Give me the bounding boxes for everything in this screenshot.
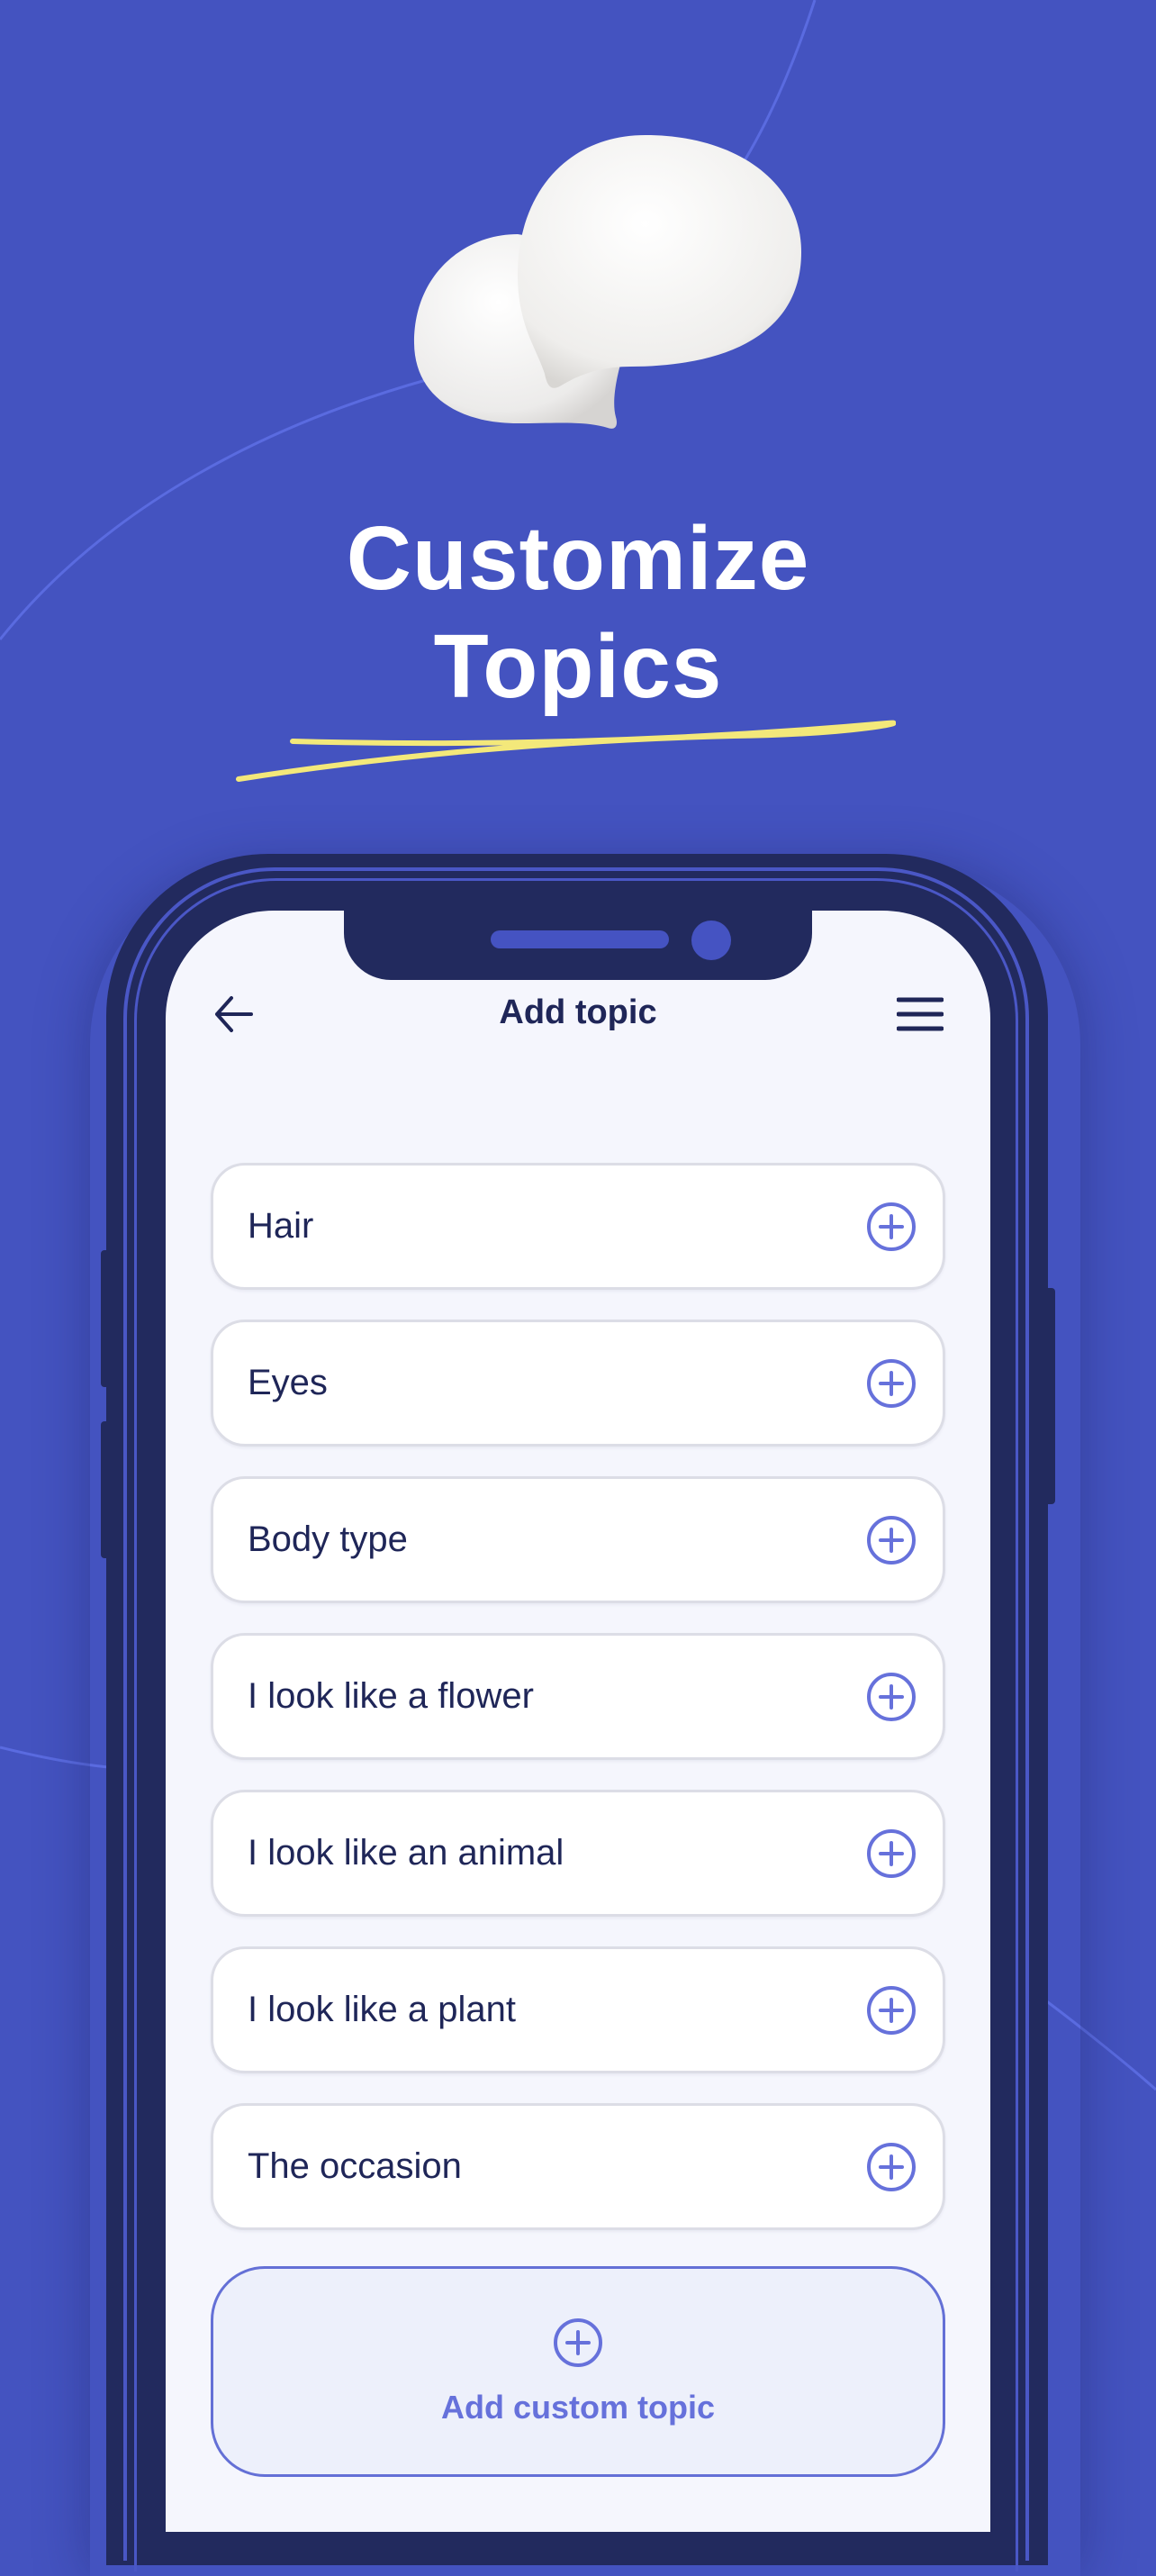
add-topic-plus-icon[interactable] (865, 1357, 917, 1410)
topic-label: I look like an animal (248, 1833, 564, 1873)
nav-bar: Add topic (166, 983, 990, 1046)
add-topic-plus-icon[interactable] (865, 2141, 917, 2193)
add-topic-plus-icon[interactable] (865, 1201, 917, 1253)
add-custom-topic-label: Add custom topic (441, 2389, 715, 2426)
topic-item-i-look-like-a-plant[interactable]: I look like a plant (211, 1946, 945, 2073)
topic-item-the-occasion[interactable]: The occasion (211, 2103, 945, 2230)
topic-item-eyes[interactable]: Eyes (211, 1320, 945, 1447)
phone-screen: Add topic Hair Eyes Body type I look lik… (166, 911, 990, 2532)
topic-label: Eyes (248, 1363, 328, 1402)
menu-button[interactable] (895, 992, 945, 1037)
topic-item-i-look-like-a-flower[interactable]: I look like a flower (211, 1633, 945, 1760)
topic-label: Body type (248, 1519, 408, 1559)
add-topic-plus-icon[interactable] (865, 1984, 917, 2036)
underline-scribble (236, 720, 896, 782)
add-topic-plus-icon[interactable] (865, 1828, 917, 1880)
topic-label: I look like a flower (248, 1676, 534, 1716)
phone-notch (344, 911, 812, 980)
notch-speaker (491, 930, 669, 948)
page-title: Add topic (499, 993, 657, 1031)
add-custom-topic-button[interactable]: Add custom topic (211, 2266, 945, 2477)
headline-line-2: Topics (433, 616, 723, 717)
notch-camera (691, 921, 731, 960)
headline: Customize Topics (0, 504, 1156, 721)
topic-label: The occasion (248, 2146, 462, 2186)
hamburger-menu-icon (897, 997, 944, 1031)
add-topic-plus-icon[interactable] (865, 1671, 917, 1723)
speech-bubbles-icon (414, 135, 801, 429)
headline-line-1: Customize (346, 508, 810, 609)
topic-label: I look like a plant (248, 1990, 516, 2029)
topic-item-i-look-like-an-animal[interactable]: I look like an animal (211, 1790, 945, 1917)
topic-item-body-type[interactable]: Body type (211, 1476, 945, 1603)
topic-list: Hair Eyes Body type I look like a flower… (211, 1163, 945, 2260)
topic-label: Hair (248, 1206, 314, 1246)
add-topic-plus-icon[interactable] (865, 1514, 917, 1566)
topic-item-hair[interactable]: Hair (211, 1163, 945, 1290)
plus-circle-icon (554, 2318, 602, 2367)
